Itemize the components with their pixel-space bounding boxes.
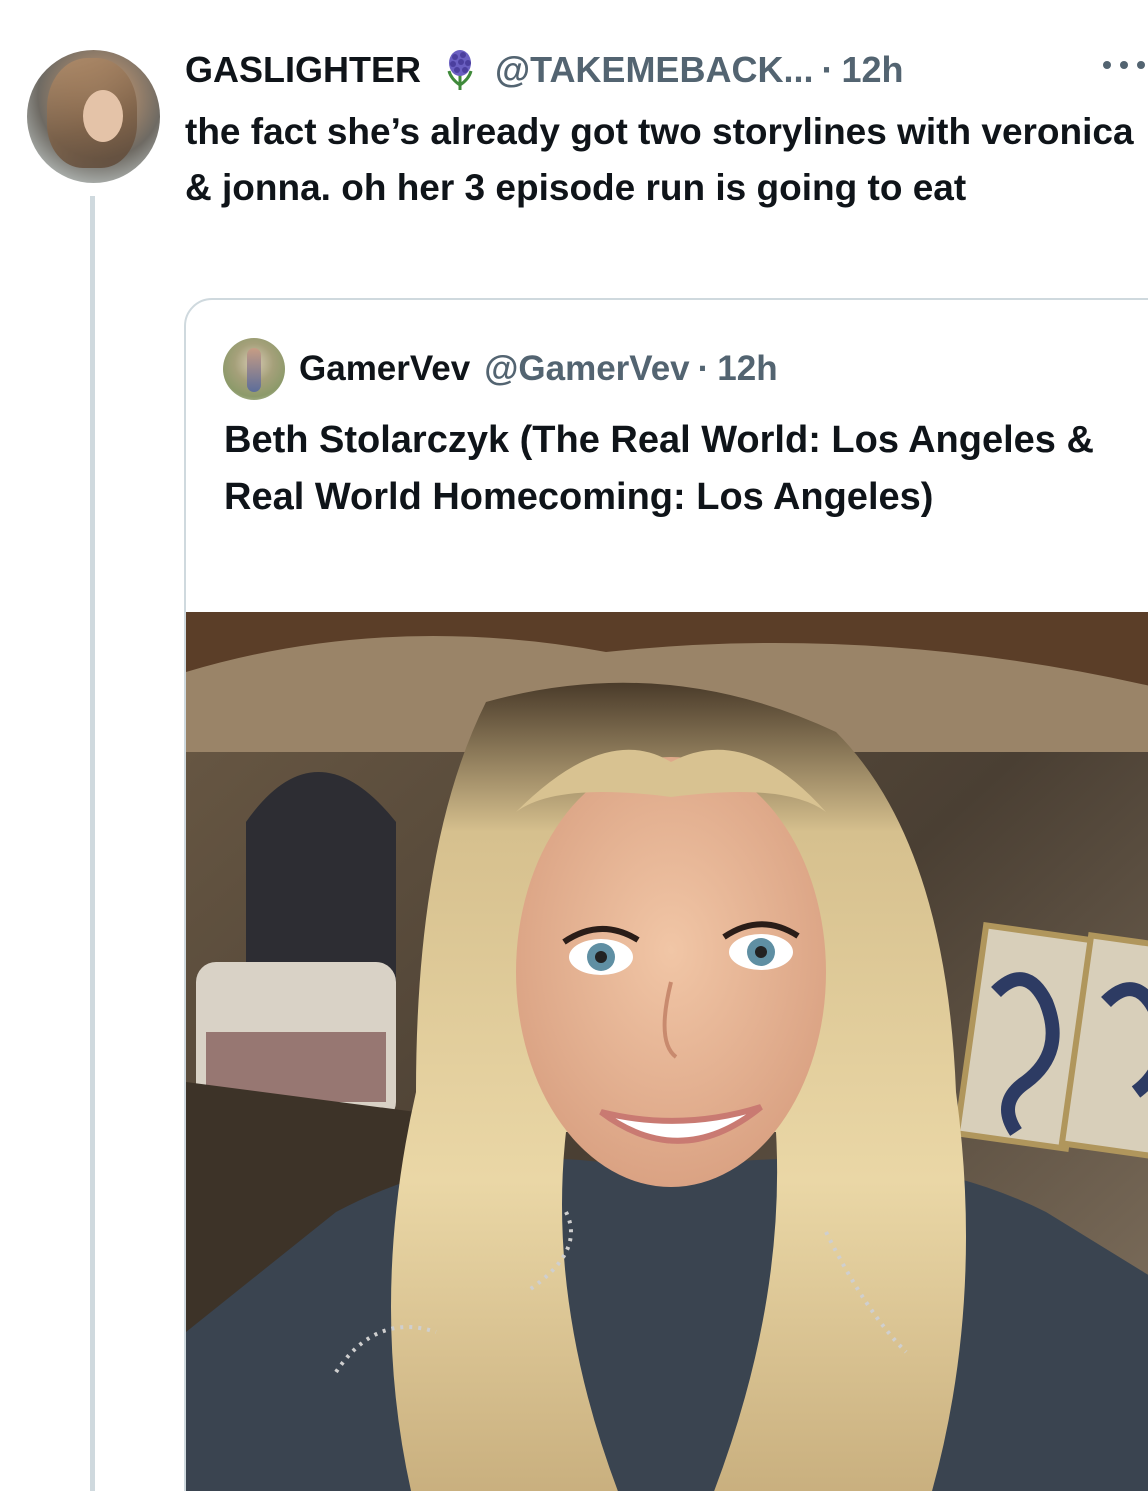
author-name[interactable]: GASLIGHTER [185,49,421,91]
quoted-tweet-time: 12h [717,349,778,388]
avatar-figure [247,348,261,392]
tweet-time[interactable]: 12h [841,49,903,91]
tweet-text: the fact she’s already got two storyline… [185,111,1134,208]
quoted-author-handle: @GamerVev [484,349,690,388]
quoted-author-name: GamerVev [299,349,471,388]
quoted-tweet-text: Beth Stolarczyk (The Real World: Los Ang… [224,419,1094,518]
avatar-face [83,90,123,142]
quoted-tweet-photo[interactable] [186,612,1148,1491]
tweet-header: GASLIGHTER @TAKEMEBACK... · 12h [185,48,904,92]
header-separator: · [821,49,834,90]
hyacinth-emoji-icon [447,50,473,90]
ellipsis-icon[interactable] [1100,58,1148,72]
author-avatar[interactable] [27,50,160,183]
quoted-tweet-header: GamerVev @GamerVev · 12h [223,338,778,400]
quoted-tweet-card[interactable]: GamerVev @GamerVev · 12h Beth Stolarczyk… [184,298,1148,1491]
quoted-author-avatar [223,338,285,400]
tweet-screen: GASLIGHTER @TAKEMEBACK... · 12h the fact… [0,0,1148,1491]
quoted-header-separator: · [697,349,710,388]
thread-line [90,196,95,1491]
author-handle[interactable]: @TAKEMEBACK... [495,49,813,91]
